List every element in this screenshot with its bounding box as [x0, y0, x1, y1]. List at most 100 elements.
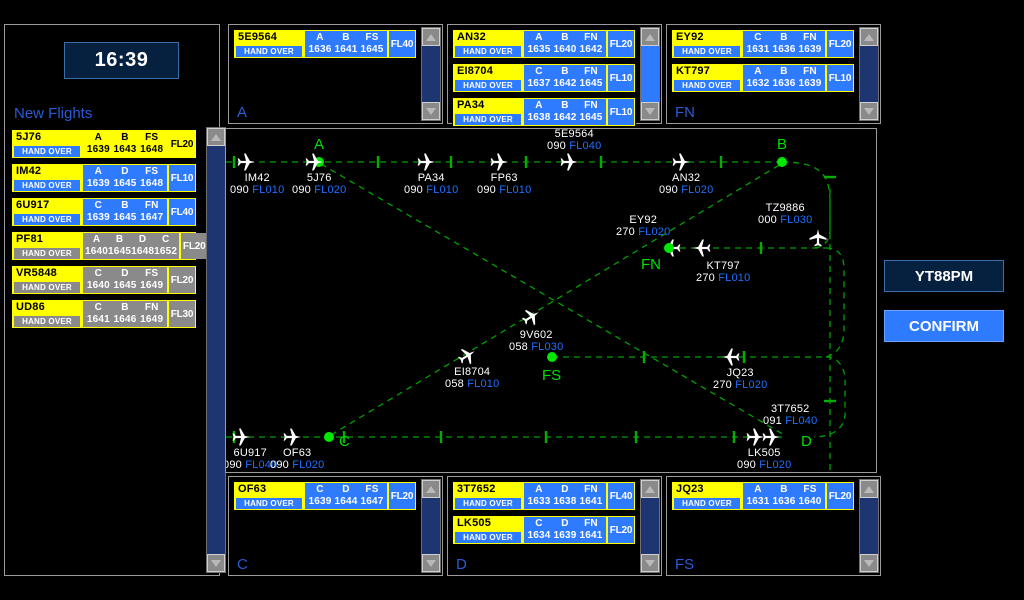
scroll-up-button[interactable] [641, 480, 659, 498]
flight-strip[interactable]: 5J76 HAND OVER A B FS 1639 1643 1648 FL20 [11, 129, 197, 159]
flight-route-block[interactable]: A D FS 1639 1645 1648 [83, 165, 167, 191]
sector-FN-scrollbar[interactable] [859, 27, 879, 121]
scrollbar-thumb[interactable] [641, 46, 659, 102]
flight-strip[interactable]: PF81 HAND OVER A B D C 1640 1645 1648 1652 FL20 [11, 231, 208, 261]
hand-over-button[interactable]: HAND OVER [14, 214, 80, 225]
scroll-up-button[interactable] [860, 480, 878, 498]
radar-aircraft-label[interactable]: OF63 090 FL020 [270, 447, 324, 471]
flight-strip[interactable]: 6U917 HAND OVER C B FN 1639 1645 1647 FL40 [11, 197, 197, 227]
hand-over-button[interactable]: HAND OVER [674, 80, 740, 91]
flight-route-block[interactable]: A D FN 1633 1638 1641 [524, 483, 606, 509]
radar-aircraft-label[interactable]: PA34 090 FL010 [404, 172, 458, 196]
flight-level[interactable]: FL20 [389, 483, 415, 509]
flight-route-block[interactable]: A B FN 1638 1642 1645 [524, 99, 606, 125]
flight-strip[interactable]: JQ23 HAND OVER A B FS 1631 1636 1640 FL20 [671, 481, 855, 511]
flight-route-block[interactable]: A B FN 1635 1640 1642 [524, 31, 606, 57]
flight-strip[interactable]: PA34 HAND OVER A B FN 1638 1642 1645 FL10 [452, 97, 636, 127]
flight-level[interactable]: FL10 [608, 99, 634, 125]
hand-over-button[interactable]: HAND OVER [455, 532, 521, 543]
flight-route-block[interactable]: A B FS 1636 1641 1645 [305, 31, 387, 57]
hand-over-button[interactable]: HAND OVER [455, 80, 521, 91]
scroll-down-button[interactable] [422, 554, 440, 572]
scroll-down-button[interactable] [641, 102, 659, 120]
sector-D-scrollbar[interactable] [640, 479, 660, 573]
scrollbar-thumb[interactable] [422, 498, 440, 554]
flight-level[interactable]: FL20 [181, 233, 208, 259]
hand-over-button[interactable]: HAND OVER [14, 316, 80, 327]
radar-aircraft-label[interactable]: 5E9564 090 FL040 [547, 129, 601, 152]
hand-over-button[interactable]: HAND OVER [455, 114, 521, 125]
scroll-up-button[interactable] [422, 28, 440, 46]
hand-over-button[interactable]: HAND OVER [14, 146, 80, 157]
flight-level[interactable]: FL20 [608, 31, 634, 57]
flight-route-block[interactable]: C D FS 1640 1645 1649 [83, 267, 167, 293]
flight-level[interactable]: FL20 [608, 517, 634, 543]
confirm-button[interactable]: CONFIRM [884, 310, 1004, 342]
flight-strip[interactable]: 5E9564 HAND OVER A B FS 1636 1641 1645 FL40 [233, 29, 417, 59]
radar-waypoint-label[interactable]: A [314, 136, 324, 153]
flight-level[interactable]: FL20 [827, 483, 853, 509]
radar-aircraft-label[interactable]: FP63 090 FL010 [477, 172, 531, 196]
new-flights-scrollbar[interactable] [206, 127, 226, 573]
sector-FN-top-scrollbar[interactable] [640, 27, 660, 121]
scroll-up-button[interactable] [641, 28, 659, 46]
scrollbar-thumb[interactable] [207, 146, 225, 554]
selected-flight-display[interactable]: YT88PM [884, 260, 1004, 292]
hand-over-button[interactable]: HAND OVER [674, 46, 740, 57]
flight-level[interactable]: FL20 [169, 131, 195, 157]
flight-route-block[interactable]: C D FN 1634 1639 1641 [524, 517, 606, 543]
scroll-up-button[interactable] [207, 128, 225, 146]
scrollbar-thumb[interactable] [860, 498, 878, 554]
hand-over-button[interactable]: HAND OVER [455, 498, 521, 509]
flight-level[interactable]: FL40 [608, 483, 634, 509]
flight-route-block[interactable]: A B FN 1632 1636 1639 [743, 65, 825, 91]
scroll-up-button[interactable] [422, 480, 440, 498]
scroll-down-button[interactable] [207, 554, 225, 572]
flight-strip[interactable]: VR5848 HAND OVER C D FS 1640 1645 1649 FL20 [11, 265, 197, 295]
radar-aircraft-label[interactable]: LK505 090 FL020 [737, 447, 791, 471]
scroll-down-button[interactable] [860, 102, 878, 120]
radar-waypoint-label[interactable]: D [801, 433, 812, 450]
flight-level[interactable]: FL40 [169, 199, 195, 225]
radar-aircraft-label[interactable]: EI8704 058 FL010 [445, 366, 499, 390]
sector-C-scrollbar[interactable] [421, 479, 441, 573]
flight-level[interactable]: FL40 [389, 31, 415, 57]
radar-aircraft-label[interactable]: TZ9886 000 FL030 [758, 202, 812, 226]
flight-level[interactable]: FL30 [169, 301, 195, 327]
radar-waypoint-label[interactable]: FS [542, 367, 561, 384]
flight-strip[interactable]: EI8704 HAND OVER C B FN 1637 1642 1645 FL10 [452, 63, 636, 93]
scrollbar-thumb[interactable] [422, 46, 440, 102]
radar-aircraft-label[interactable]: AN32 090 FL020 [659, 172, 713, 196]
flight-strip[interactable]: KT797 HAND OVER A B FN 1632 1636 1639 FL10 [671, 63, 855, 93]
flight-level[interactable]: FL10 [827, 65, 853, 91]
hand-over-button[interactable]: HAND OVER [14, 282, 80, 293]
flight-strip[interactable]: 3T7652 HAND OVER A D FN 1633 1638 1641 FL40 [452, 481, 636, 511]
flight-route-block[interactable]: C B FN 1631 1636 1639 [743, 31, 825, 57]
radar-aircraft-label[interactable]: 3T7652 091 FL040 [763, 403, 817, 427]
radar-waypoint-label[interactable]: FN [641, 256, 661, 273]
hand-over-button[interactable]: HAND OVER [236, 46, 302, 57]
radar-display[interactable]: IM42 090 FL010 5J76 090 FL020 PA34 090 FL010 F… [225, 128, 877, 473]
sector-A-scrollbar[interactable] [421, 27, 441, 121]
flight-route-block[interactable]: C B FN 1639 1645 1647 [83, 199, 167, 225]
flight-route-block[interactable]: A B FS 1631 1636 1640 [743, 483, 825, 509]
flight-strip[interactable]: LK505 HAND OVER C D FN 1634 1639 1641 FL20 [452, 515, 636, 545]
flight-route-block[interactable]: C B FN 1641 1646 1649 [83, 301, 167, 327]
hand-over-button[interactable]: HAND OVER [455, 46, 521, 57]
hand-over-button[interactable]: HAND OVER [236, 498, 302, 509]
radar-waypoint-label[interactable]: C [339, 433, 350, 450]
hand-over-button[interactable]: HAND OVER [674, 498, 740, 509]
flight-route-block[interactable]: A B D C 1640 1645 1648 1652 [83, 233, 180, 259]
scroll-down-button[interactable] [422, 102, 440, 120]
radar-aircraft-label[interactable]: KT797 270 FL010 [696, 260, 750, 284]
radar-aircraft-label[interactable]: IM42 090 FL010 [230, 172, 284, 196]
scroll-down-button[interactable] [641, 554, 659, 572]
flight-strip[interactable]: UD86 HAND OVER C B FN 1641 1646 1649 FL30 [11, 299, 197, 329]
flight-strip[interactable]: EY92 HAND OVER C B FN 1631 1636 1639 FL20 [671, 29, 855, 59]
flight-strip[interactable]: IM42 HAND OVER A D FS 1639 1645 1648 FL10 [11, 163, 197, 193]
radar-aircraft-label[interactable]: 9V602 058 FL030 [509, 329, 563, 353]
hand-over-button[interactable]: HAND OVER [14, 180, 80, 191]
radar-aircraft-label[interactable]: 5J76 090 FL020 [292, 172, 346, 196]
flight-route-block[interactable]: C B FN 1637 1642 1645 [524, 65, 606, 91]
radar-aircraft-label[interactable]: JQ23 270 FL020 [713, 367, 767, 391]
